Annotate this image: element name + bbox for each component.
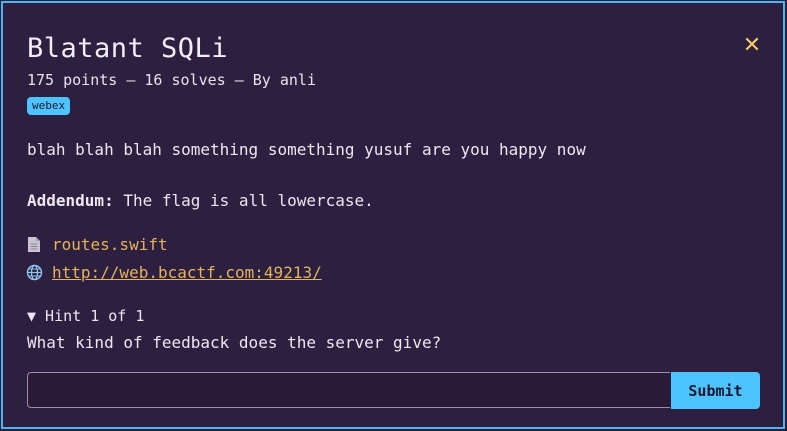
- challenge-meta: 175 points – 16 solves – By anli: [27, 71, 316, 89]
- challenge-modal: Blatant SQLi ✕ 175 points – 16 solves – …: [1, 1, 785, 429]
- file-icon: [25, 236, 43, 254]
- challenge-url-link[interactable]: http://web.bcactf.com:49213/: [52, 263, 322, 282]
- category-tag: webex: [27, 97, 71, 115]
- challenge-title: Blatant SQLi: [27, 33, 229, 64]
- hint-text: What kind of feedback does the server gi…: [27, 333, 442, 352]
- addendum-text: The flag is all lowercase.: [113, 191, 374, 210]
- addendum-label: Addendum:: [27, 191, 114, 210]
- close-icon[interactable]: ✕: [741, 35, 763, 57]
- file-link-routes-swift[interactable]: routes.swift: [52, 235, 168, 254]
- file-attachment: routes.swift: [25, 235, 168, 254]
- submit-button[interactable]: Submit: [671, 372, 760, 409]
- challenge-description: blah blah blah something something yusuf…: [27, 140, 586, 159]
- globe-icon: [25, 264, 43, 282]
- hint-toggle[interactable]: ▼ Hint 1 of 1: [27, 307, 144, 325]
- flag-input[interactable]: [27, 372, 670, 408]
- challenge-addendum: Addendum: The flag is all lowercase.: [27, 191, 374, 210]
- url-attachment: http://web.bcactf.com:49213/: [25, 263, 322, 282]
